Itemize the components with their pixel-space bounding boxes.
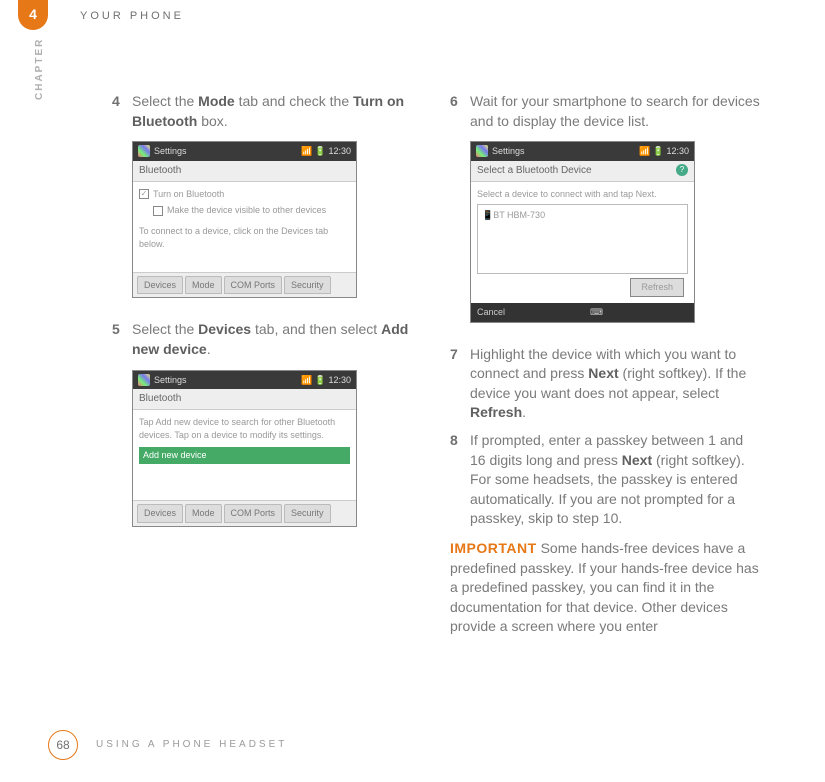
text-fragment: . [207,341,211,357]
screenshot-titlebar: Settings 📶 🔋 12:30 [471,142,694,161]
screenshot-title: Settings [154,145,187,158]
tab-security: Security [284,276,331,295]
step-number: 5 [112,320,132,359]
windows-logo-icon [138,145,150,157]
checkbox-row: ✓ Turn on Bluetooth [139,188,350,201]
bold-term: Next [588,365,618,381]
important-note: IMPORTANT Some hands-free devices have a… [450,539,760,637]
info-icon: ? [676,164,688,176]
checkbox-icon [153,206,163,216]
windows-logo-icon [476,145,488,157]
screenshot-body: Select a device to connect with and tap … [471,182,694,303]
bluetooth-icon: 📱 [482,210,493,220]
text-fragment: Select the [132,321,198,337]
button-row: Refresh [477,274,688,301]
tab-devices: Devices [137,276,183,295]
step-text: If prompted, enter a passkey between 1 a… [470,431,760,529]
step-text: Highlight the device with which you want… [470,345,760,423]
clock-text: 12:30 [666,146,689,156]
screenshot-titlebar: Settings 📶 🔋 12:30 [133,371,356,390]
chapter-number-badge: 4 [18,0,48,30]
step-8: 8 If prompted, enter a passkey between 1… [450,431,760,529]
bold-term: Devices [198,321,251,337]
chapter-side-label: CHAPTER [33,38,47,100]
help-text: Select a device to connect with and tap … [477,188,688,201]
bold-term: Refresh [470,404,522,420]
tab-security: Security [284,504,331,523]
step-4: 4 Select the Mode tab and check the Turn… [112,92,422,131]
selected-list-item: Add new device [139,447,350,464]
page-footer: 68 USING A PHONE HEADSET [48,730,287,760]
step-number: 4 [112,92,132,131]
screenshot-select-device: Settings 📶 🔋 12:30 Select a Bluetooth De… [470,141,695,322]
status-icons: 📶 🔋 12:30 [301,145,351,158]
text-fragment: . [522,404,526,420]
screenshot-tabs: Devices Mode COM Ports Security [133,500,356,526]
checkbox-label: Turn on Bluetooth [153,188,224,201]
step-7: 7 Highlight the device with which you wa… [450,345,760,423]
tab-mode: Mode [185,276,222,295]
step-text: Wait for your smartphone to search for d… [470,92,760,131]
page-header-title: YOUR PHONE [80,9,184,24]
screenshot-subheader: Select a Bluetooth Device ? [471,161,694,182]
screenshot-titlebar: Settings 📶 🔋 12:30 [133,142,356,161]
right-column: 6 Wait for your smartphone to search for… [450,92,760,637]
checkbox-row: Make the device visible to other devices [153,204,350,217]
step-6: 6 Wait for your smartphone to search for… [450,92,760,131]
screenshot-mode-tab: Settings 📶 🔋 12:30 Bluetooth ✓ Turn on Bl… [132,141,357,298]
screenshot-tabs: Devices Mode COM Ports Security [133,272,356,298]
text-fragment: tab and check the [235,93,353,109]
bold-term: Mode [198,93,235,109]
important-label: IMPORTANT [450,540,537,556]
page-number: 68 [48,730,78,760]
screenshot-devices-tab: Settings 📶 🔋 12:30 Bluetooth Tap Add new… [132,370,357,527]
text-fragment: Select the [132,93,198,109]
status-icons: 📶 🔋 12:30 [301,374,351,387]
screenshot-title: Settings [492,145,525,158]
step-number: 8 [450,431,470,529]
list-item: BT HBM-730 [493,210,545,220]
tab-mode: Mode [185,504,222,523]
device-list: 📱BT HBM-730 [477,204,688,274]
step-number: 6 [450,92,470,131]
step-5: 5 Select the Devices tab, and then selec… [112,320,422,359]
windows-logo-icon [138,374,150,386]
clock-text: 12:30 [328,375,351,385]
softkey-bar: Cancel ⌨ [471,303,694,322]
text-fragment: tab, and then select [251,321,381,337]
text-fragment: box. [197,113,227,129]
softkey-cancel: Cancel [477,306,505,319]
tab-comports: COM Ports [224,276,283,295]
screenshot-subheader: Bluetooth [133,389,356,410]
help-text: Tap Add new device to search for other B… [139,416,350,441]
screenshot-body: Tap Add new device to search for other B… [133,410,356,500]
keyboard-icon: ⌨ [590,306,603,319]
status-icons: 📶 🔋 12:30 [639,145,689,158]
screenshot-title: Settings [154,374,187,387]
help-text: To connect to a device, click on the Dev… [139,225,350,250]
bold-term: Next [622,452,652,468]
subheader-text: Select a Bluetooth Device [477,165,592,176]
tab-devices: Devices [137,504,183,523]
checkbox-label: Make the device visible to other devices [167,204,326,217]
step-text: Select the Devices tab, and then select … [132,320,422,359]
screenshot-body: ✓ Turn on Bluetooth Make the device visib… [133,182,356,272]
step-text: Select the Mode tab and check the Turn o… [132,92,422,131]
left-column: 4 Select the Mode tab and check the Turn… [112,92,422,637]
clock-text: 12:30 [328,146,351,156]
refresh-button: Refresh [630,278,684,297]
checkbox-checked-icon: ✓ [139,189,149,199]
tab-comports: COM Ports [224,504,283,523]
footer-section-title: USING A PHONE HEADSET [96,738,287,752]
screenshot-subheader: Bluetooth [133,161,356,182]
step-number: 7 [450,345,470,423]
